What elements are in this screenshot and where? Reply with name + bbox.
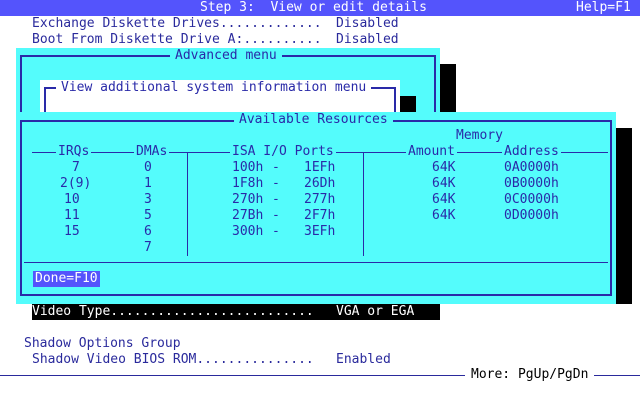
- column-header-amount: Amount: [406, 144, 457, 160]
- column-divider-1: [187, 152, 188, 256]
- column-header-irqs: IRQs: [56, 144, 92, 160]
- memory-header: Memory: [456, 128, 503, 143]
- column-divider-2: [363, 152, 364, 256]
- title-bar: Step 3: View or edit details Help=F1: [0, 0, 640, 16]
- column-header-dmas: DMAs: [134, 144, 170, 160]
- setting-value-boot-diskette[interactable]: Disabled: [336, 32, 399, 48]
- resources-window: Available Resources Memory IRQs DMAs ISA…: [16, 112, 616, 304]
- port-dash: -: [272, 208, 280, 223]
- help-hint[interactable]: Help=F1: [576, 0, 631, 16]
- port-dash: -: [272, 224, 280, 239]
- irq-value: 11: [64, 208, 80, 223]
- setting-value-video-type: VGA or EGA: [336, 304, 415, 319]
- memory-amount: 64K: [432, 192, 456, 207]
- column-header-ports: ISA I/O Ports: [230, 144, 336, 160]
- memory-address: 0B0000h: [504, 176, 559, 191]
- irq-value: 2(9): [60, 176, 92, 191]
- done-button[interactable]: Done=F10: [33, 271, 100, 287]
- memory-address: 0A0000h: [504, 160, 559, 175]
- submenu-title[interactable]: View additional system information menu: [56, 80, 372, 96]
- footer-rule: [24, 262, 608, 263]
- port-from: 300h: [232, 224, 264, 239]
- submenu-shadow: [400, 96, 416, 112]
- shadow-options-group-title: Shadow Options Group: [24, 336, 181, 351]
- video-type-row[interactable]: Video Type.......................... VGA…: [32, 304, 440, 320]
- advanced-menu-window: Advanced menu View additional system inf…: [16, 48, 440, 117]
- dma-value: 7: [144, 240, 152, 255]
- setting-label-exchange-diskette[interactable]: Exchange Diskette Drives.............: [32, 16, 322, 32]
- port-from: 1F8h: [232, 176, 264, 191]
- dma-value: 6: [144, 224, 152, 239]
- setting-label-boot-diskette[interactable]: Boot From Diskette Drive A:..........: [32, 32, 322, 48]
- port-dash: -: [272, 192, 280, 207]
- memory-amount: 64K: [432, 208, 456, 223]
- port-from: 27Bh: [232, 208, 264, 223]
- irq-value: 7: [72, 160, 80, 175]
- dma-value: 0: [144, 160, 152, 175]
- dma-value: 3: [144, 192, 152, 207]
- irq-value: 15: [64, 224, 80, 239]
- resources-title: Available Resources: [234, 112, 393, 128]
- dma-value: 5: [144, 208, 152, 223]
- irq-value: 10: [64, 192, 80, 207]
- port-to: 3EFh: [304, 224, 336, 239]
- port-from: 100h: [232, 160, 264, 175]
- setting-label-video-type: Video Type..........................: [32, 304, 314, 319]
- more-hint[interactable]: More: PgUp/PgDn: [465, 367, 595, 383]
- memory-address: 0C0000h: [504, 192, 559, 207]
- memory-address: 0D0000h: [504, 208, 559, 223]
- page-title: Step 3: View or edit details: [200, 0, 427, 15]
- port-to: 26Dh: [304, 176, 336, 191]
- port-to: 277h: [304, 192, 336, 207]
- resources-shadow: [616, 128, 632, 304]
- port-dash: -: [272, 160, 280, 175]
- setting-label-shadow-video-bios[interactable]: Shadow Video BIOS ROM...............: [32, 352, 314, 368]
- dma-value: 1: [144, 176, 152, 191]
- port-to: 2F7h: [304, 208, 336, 223]
- port-to: 1EFh: [304, 160, 336, 175]
- memory-amount: 64K: [432, 176, 456, 191]
- column-header-address: Address: [502, 144, 561, 160]
- memory-amount: 64K: [432, 160, 456, 175]
- submenu-window: View additional system information menu: [40, 80, 400, 117]
- advanced-menu-title: Advanced menu: [170, 48, 282, 64]
- setting-value-shadow-video-bios[interactable]: Enabled: [336, 352, 391, 368]
- setting-value-exchange-diskette[interactable]: Disabled: [336, 16, 399, 32]
- port-from: 270h: [232, 192, 264, 207]
- port-dash: -: [272, 176, 280, 191]
